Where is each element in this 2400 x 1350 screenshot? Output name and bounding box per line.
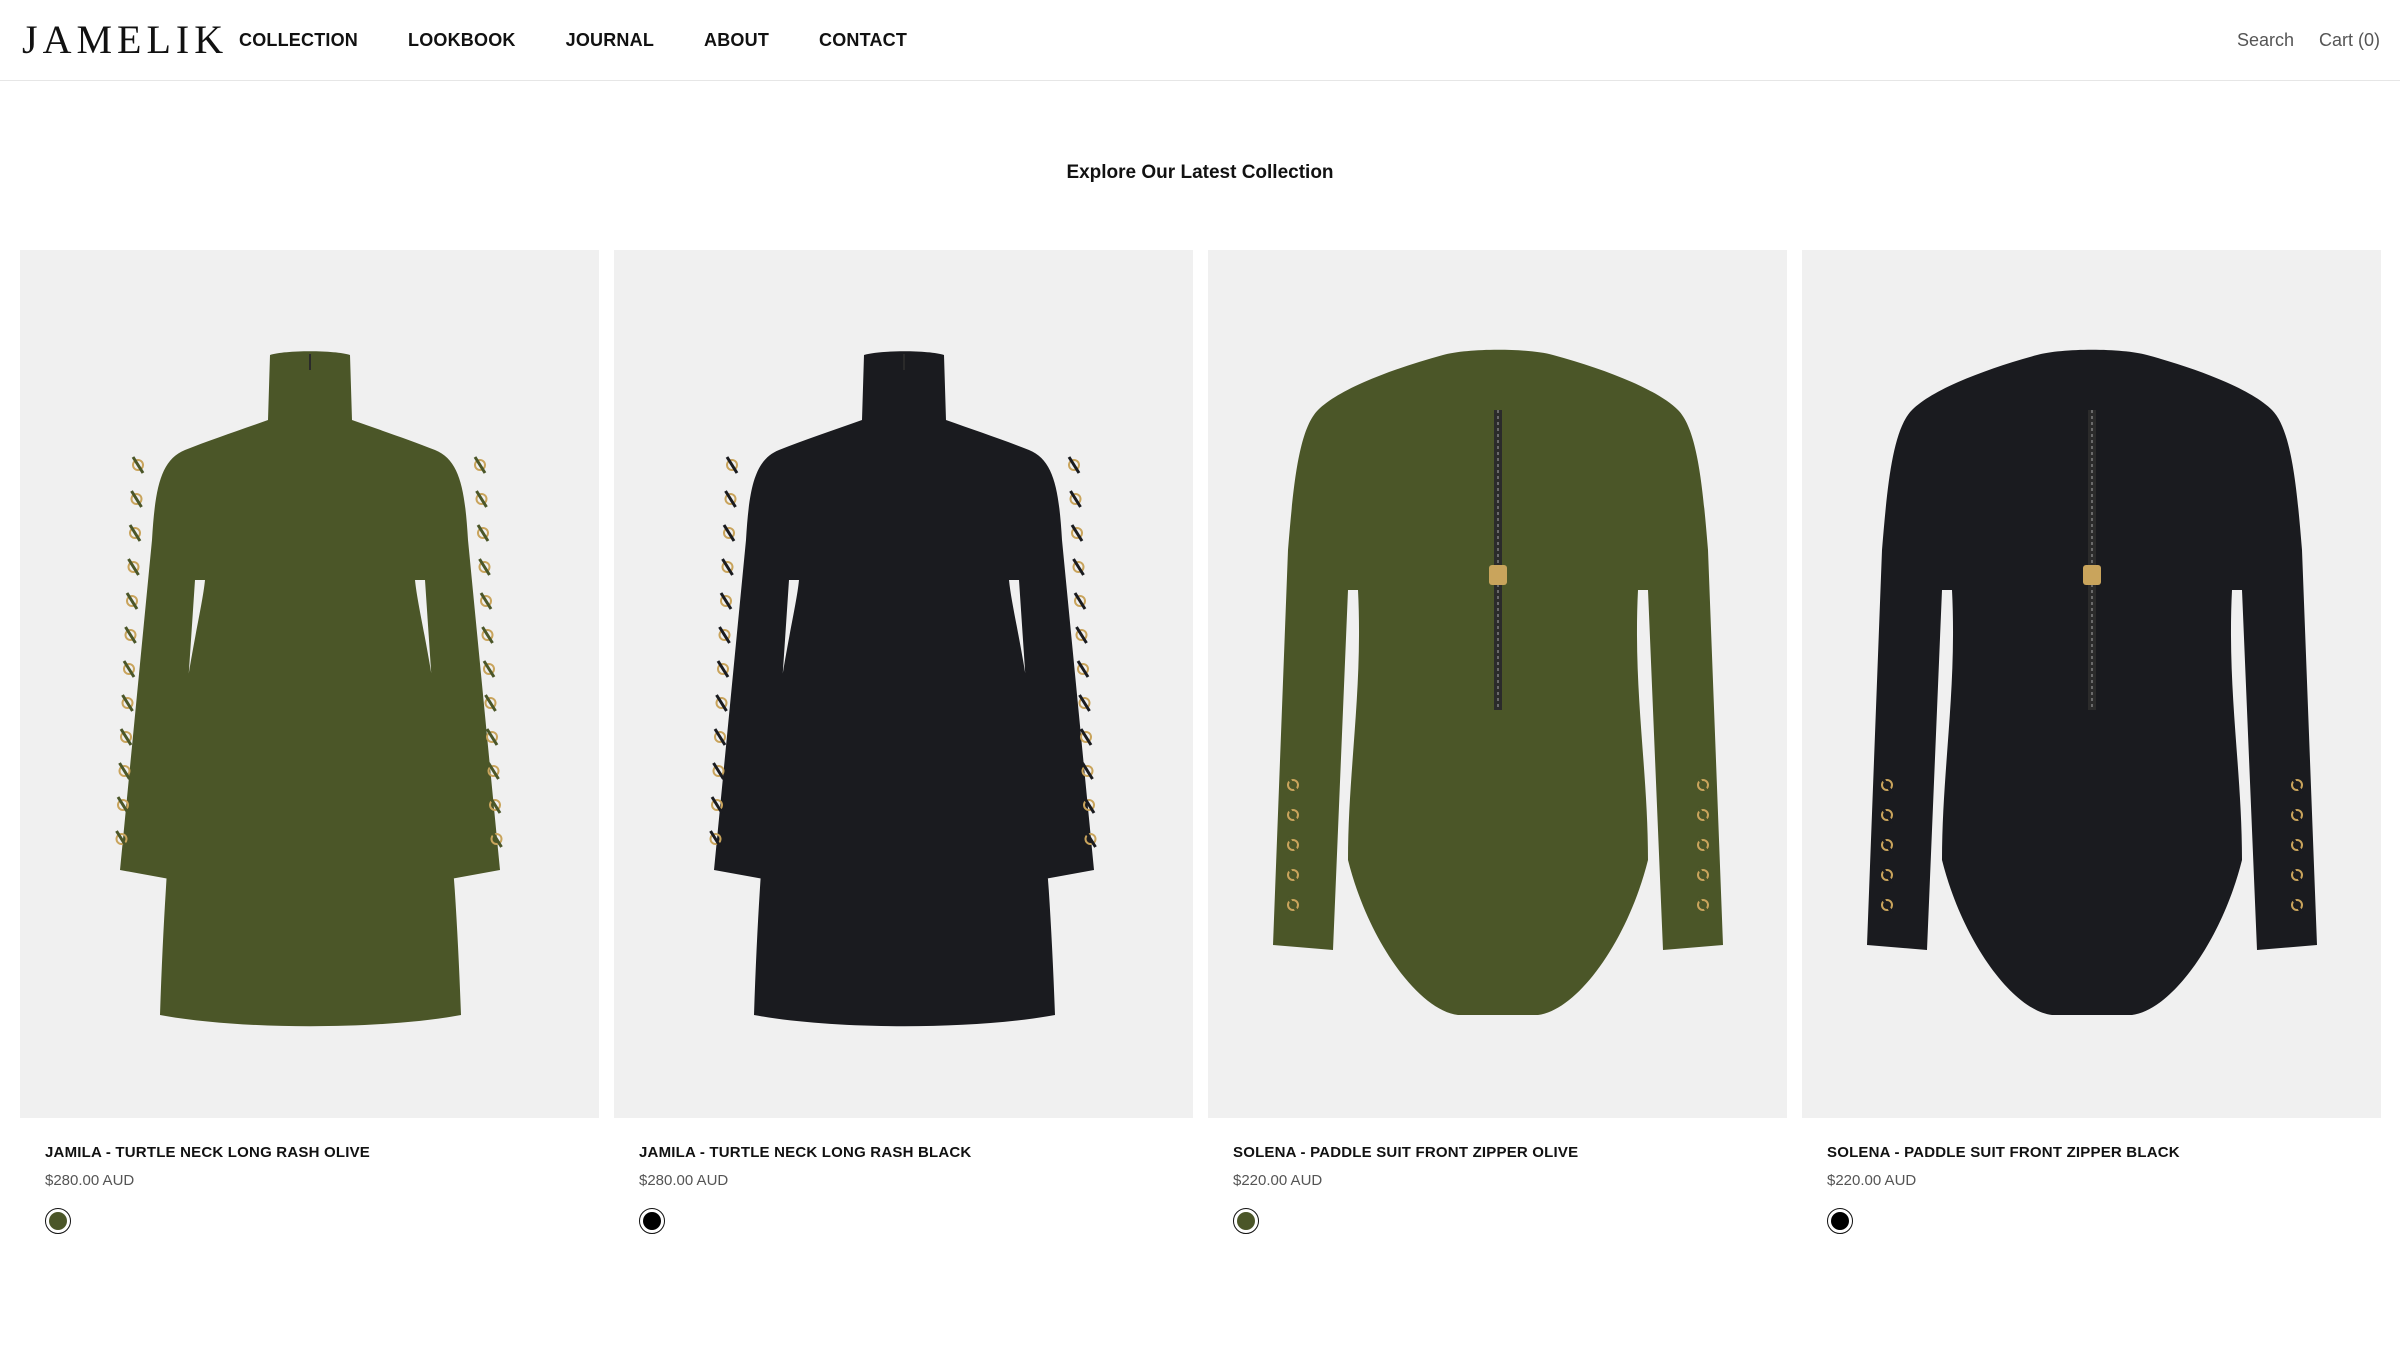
color-swatch[interactable] [1827,1208,1853,1234]
main-nav: COLLECTION LOOKBOOK JOURNAL ABOUT CONTAC… [239,0,957,80]
product-card: SOLENA - PADDLE SUIT FRONT ZIPPER OLIVE … [1208,250,1787,1234]
product-card: JAMILA - TURTLE NECK LONG RASH BLACK $28… [614,250,1193,1234]
swatch-color-fill [1237,1212,1255,1230]
swatch-color-fill [643,1212,661,1230]
brand-logo[interactable]: JAMELIK [22,18,228,62]
product-info: JAMILA - TURTLE NECK LONG RASH BLACK $28… [614,1118,1193,1234]
nav-item-about[interactable]: ABOUT [704,30,769,51]
product-image-link[interactable] [1802,250,2381,1118]
swatch-color-fill [49,1212,67,1230]
product-info: JAMILA - TURTLE NECK LONG RASH OLIVE $28… [20,1118,599,1234]
product-title[interactable]: SOLENA - PADDLE SUIT FRONT ZIPPER OLIVE [1233,1144,1787,1162]
product-price: $220.00 AUD [1233,1172,1323,1189]
zipper-pull [1489,565,1507,585]
product-card: SOLENA - PADDLE SUIT FRONT ZIPPER BLACK … [1802,250,2381,1234]
product-grid: JAMILA - TURTLE NECK LONG RASH OLIVE $28… [20,250,2381,1234]
product-title[interactable]: SOLENA - PADDLE SUIT FRONT ZIPPER BLACK [1827,1144,2381,1162]
garment-dress [120,351,500,1027]
product-image [1273,349,1723,1015]
product-image-link[interactable] [1208,250,1787,1118]
nav-item-contact[interactable]: CONTACT [819,30,907,51]
zipper-pull [2083,565,2101,585]
product-image-link[interactable] [20,250,599,1118]
color-swatch[interactable] [1233,1208,1259,1234]
product-info: SOLENA - PADDLE SUIT FRONT ZIPPER BLACK … [1802,1118,2381,1234]
product-info: SOLENA - PADDLE SUIT FRONT ZIPPER OLIVE … [1208,1118,1787,1234]
product-image [1867,349,2317,1015]
site-header: JAMELIK COLLECTION LOOKBOOK JOURNAL ABOU… [0,0,2400,81]
product-price: $220.00 AUD [1827,1172,1917,1189]
header-utilities: Search Cart (0) [2212,0,2380,80]
cart-link[interactable]: Cart (0) [2319,30,2380,51]
nav-item-journal[interactable]: JOURNAL [566,30,654,51]
nav-item-lookbook[interactable]: LOOKBOOK [408,30,516,51]
product-title[interactable]: JAMILA - TURTLE NECK LONG RASH BLACK [639,1144,1193,1162]
garment-dress [714,351,1094,1027]
search-link[interactable]: Search [2237,30,2294,51]
product-title[interactable]: JAMILA - TURTLE NECK LONG RASH OLIVE [45,1144,599,1162]
product-price: $280.00 AUD [639,1172,729,1189]
product-image-link[interactable] [614,250,1193,1118]
color-swatch[interactable] [639,1208,665,1234]
product-image [709,351,1097,1027]
product-card: JAMILA - TURTLE NECK LONG RASH OLIVE $28… [20,250,599,1234]
color-swatch[interactable] [45,1208,71,1234]
product-image [115,351,503,1027]
swatch-color-fill [1831,1212,1849,1230]
product-price: $280.00 AUD [45,1172,135,1189]
nav-item-collection[interactable]: COLLECTION [239,30,358,51]
section-title: Explore Our Latest Collection [1066,162,1334,183]
